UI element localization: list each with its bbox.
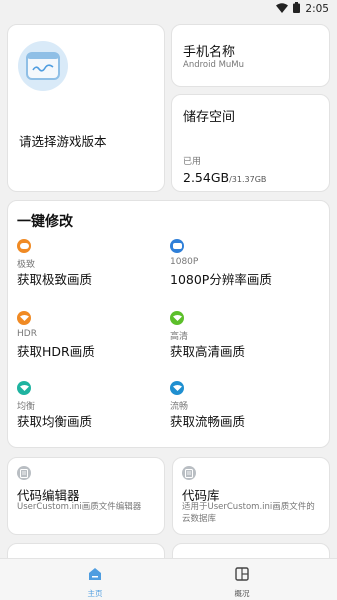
- vr-headset-icon: [170, 239, 184, 253]
- phone-name-card: 手机名称 Android MuMu: [171, 24, 330, 87]
- option-hdr[interactable]: HDR 获取HDR画质: [17, 311, 167, 361]
- option-ultra[interactable]: 极致 获取极致画质: [17, 239, 167, 289]
- option-action: 获取HDR画质: [17, 344, 95, 359]
- document-icon: [182, 466, 196, 480]
- document-icon: [17, 466, 31, 480]
- phone-device-name: Android MuMu: [183, 60, 245, 70]
- bottom-nav: 主页 概况: [0, 558, 337, 600]
- option-action: 1080P分辨率画质: [170, 272, 272, 287]
- phone-name-title: 手机名称: [183, 45, 236, 60]
- nav-overview[interactable]: 概况: [212, 566, 272, 599]
- option-action: 获取极致画质: [17, 272, 93, 287]
- status-bar: 2:05: [0, 0, 337, 18]
- game-version-card[interactable]: 请选择游戏版本: [7, 24, 165, 192]
- one-click-modify-card: 一键修改 极致 获取极致画质 1080P 1080P分辨率画质 HDR 获取HD…: [7, 200, 330, 448]
- storage-title: 储存空间: [183, 110, 236, 125]
- option-smooth[interactable]: 流畅 获取流畅画质: [170, 381, 320, 431]
- storage-values: 2.54GB/31.37GB: [183, 167, 266, 186]
- option-balanced[interactable]: 均衡 获取均衡画质: [17, 381, 167, 431]
- wifi-signal-icon: [170, 381, 184, 395]
- option-action: 获取均衡画质: [17, 414, 93, 429]
- nav-home-label: 主页: [87, 589, 103, 598]
- battery-icon: [293, 2, 301, 16]
- status-time: 2:05: [305, 3, 329, 15]
- option-action: 获取流畅画质: [170, 414, 246, 429]
- option-label: 1080P: [170, 257, 199, 267]
- storage-total: /31.37GB: [229, 175, 267, 184]
- code-library-card[interactable]: 代码库 适用于UserCustom.ini画质文件的云数据库: [172, 457, 330, 535]
- gamepad-icon: [17, 239, 31, 253]
- overview-icon: [235, 566, 249, 585]
- wifi-signal-icon: [17, 311, 31, 325]
- wifi-signal-icon: [17, 381, 31, 395]
- app-logo: [18, 41, 68, 91]
- tool-description: UserCustom.ini画质文件编辑器: [17, 502, 142, 512]
- storage-card: 储存空间 已用 2.54GB/31.37GB: [171, 94, 330, 192]
- storage-used-label: 已用: [183, 157, 202, 167]
- modify-title: 一键修改: [17, 214, 73, 230]
- storage-used: 2.54GB: [183, 170, 230, 185]
- option-1080p[interactable]: 1080P 1080P分辨率画质: [170, 239, 320, 289]
- nav-home[interactable]: 主页: [65, 566, 125, 599]
- option-label: HDR: [17, 329, 37, 339]
- home-icon: [88, 566, 102, 585]
- option-hd[interactable]: 高清 获取高清画质: [170, 311, 320, 361]
- code-editor-card[interactable]: 代码编辑器 UserCustom.ini画质文件编辑器: [7, 457, 165, 535]
- version-prompt: 请选择游戏版本: [19, 134, 107, 149]
- option-action: 获取高清画质: [170, 344, 246, 359]
- wifi-signal-icon: [170, 311, 184, 325]
- wifi-icon: [276, 2, 289, 16]
- tool-description: 适用于UserCustom.ini画质文件的云数据库: [182, 502, 315, 524]
- nav-overview-label: 概况: [234, 589, 250, 598]
